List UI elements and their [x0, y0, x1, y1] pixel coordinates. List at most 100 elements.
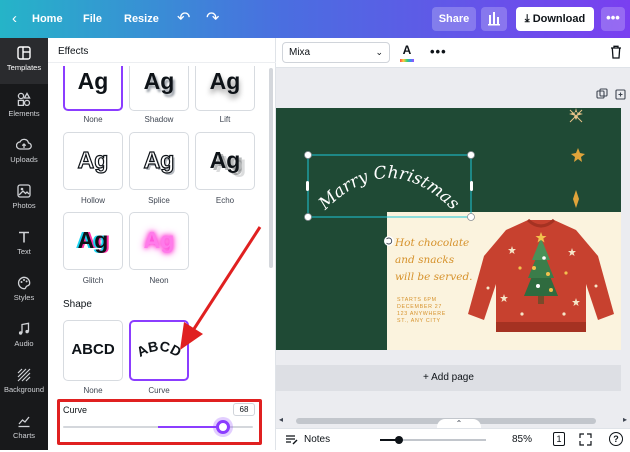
- rotate-handle[interactable]: [384, 236, 394, 246]
- notes-icon[interactable]: [285, 434, 298, 446]
- background-icon: [17, 368, 31, 382]
- effect-sample: Ag: [77, 227, 109, 253]
- fullscreen-icon[interactable]: [579, 433, 592, 446]
- home-button[interactable]: Home: [32, 0, 63, 38]
- sidebar-item-label: Elements: [8, 109, 40, 118]
- resize-handle[interactable]: [467, 151, 475, 159]
- add-page-button[interactable]: + Add page: [276, 365, 621, 391]
- font-name: Mixa: [289, 47, 311, 58]
- effect-sample: Ag: [143, 68, 175, 94]
- chevron-left-icon[interactable]: ‹: [12, 0, 17, 38]
- trash-icon[interactable]: [610, 45, 622, 59]
- more-options-button[interactable]: •••: [601, 7, 625, 31]
- effect-lift-card[interactable]: Ag: [195, 66, 255, 111]
- scroll-right-icon[interactable]: ▸: [623, 415, 627, 424]
- zoom-level[interactable]: 85%: [512, 434, 532, 445]
- elements-icon: [17, 92, 31, 106]
- effect-label: Lift: [219, 115, 231, 124]
- event-detail[interactable]: 123 ANYWHERE: [397, 311, 446, 317]
- invite-line[interactable]: and snacks: [395, 254, 455, 266]
- sidebar-item-background[interactable]: Background: [0, 360, 48, 406]
- resize-handle[interactable]: [304, 213, 312, 221]
- effect-label: Shadow: [144, 115, 174, 124]
- bottom-bar: Notes 85% 1 ?: [276, 428, 630, 450]
- side-handle[interactable]: [470, 181, 473, 191]
- effect-label: Splice: [148, 196, 170, 205]
- curve-label: Curve: [63, 405, 88, 415]
- canvas-artwork: Marry Christmas Hot chocolate and snacks…: [304, 108, 614, 332]
- insights-button[interactable]: [481, 7, 507, 31]
- curve-slider-track[interactable]: [63, 420, 253, 434]
- help-icon[interactable]: ?: [609, 432, 623, 446]
- effect-label: Echo: [215, 196, 235, 205]
- star-decoration: [571, 148, 585, 162]
- editor-toolbar: Mixa ⌄ A •••: [276, 38, 630, 68]
- effect-glitch-card[interactable]: Ag: [63, 212, 123, 270]
- effect-splice-card[interactable]: Ag: [129, 132, 189, 190]
- sidebar-item-uploads[interactable]: Uploads: [0, 130, 48, 176]
- sidebar-item-audio[interactable]: Audio: [0, 314, 48, 360]
- undo-icon[interactable]: ↶: [177, 0, 190, 38]
- diamond-decoration: [573, 190, 579, 208]
- resize-button[interactable]: Resize: [124, 0, 159, 38]
- curve-slider-thumb[interactable]: [216, 420, 230, 434]
- templates-icon: [17, 46, 31, 60]
- effect-label: Hollow: [80, 196, 105, 205]
- more-options-icon[interactable]: •••: [430, 44, 447, 59]
- duplicate-page-icon[interactable]: [596, 88, 608, 100]
- sidebar-item-photos[interactable]: Photos: [0, 176, 48, 222]
- chevron-up-icon: ⌃: [455, 419, 463, 428]
- side-handle[interactable]: [306, 181, 309, 191]
- text-color-button[interactable]: A: [399, 43, 415, 63]
- effect-echo-card[interactable]: Ag: [195, 132, 255, 190]
- zoom-slider-track[interactable]: [380, 436, 486, 444]
- invite-line[interactable]: will be served.: [395, 271, 473, 283]
- star-decoration: [569, 108, 583, 123]
- design-canvas[interactable]: Marry Christmas Hot chocolate and snacks…: [276, 108, 621, 350]
- effect-sample: Ag: [209, 68, 241, 94]
- panel-divider: [48, 62, 276, 63]
- sidebar-item-elements[interactable]: Elements: [0, 84, 48, 130]
- sidebar-rail: Templates Elements Uploads Photos Text S…: [0, 38, 48, 450]
- curve-slider-fill: [158, 426, 223, 428]
- sidebar-item-text[interactable]: Text: [0, 222, 48, 268]
- shape-label: Curve: [148, 386, 170, 395]
- sidebar-item-label: Uploads: [10, 155, 38, 164]
- zoom-slider-thumb[interactable]: [395, 436, 403, 444]
- scroll-left-icon[interactable]: ◂: [279, 415, 283, 424]
- resize-handle[interactable]: [467, 213, 475, 221]
- sidebar-item-charts[interactable]: Charts: [0, 406, 48, 452]
- share-button[interactable]: Share: [432, 7, 476, 31]
- curve-value-input[interactable]: 68: [233, 403, 255, 416]
- headline-text[interactable]: Marry Christmas: [314, 163, 463, 215]
- redo-icon[interactable]: ↷: [206, 0, 219, 38]
- audio-icon: [18, 322, 30, 335]
- shape-none-card[interactable]: ABCD: [63, 320, 123, 381]
- download-button[interactable]: ⤓ Download: [516, 7, 594, 31]
- download-icon: ⤓: [524, 13, 530, 25]
- sweater-illustration[interactable]: [468, 218, 614, 332]
- sidebar-item-styles[interactable]: Styles: [0, 268, 48, 314]
- effect-shadow-card[interactable]: Ag: [129, 66, 189, 111]
- event-detail[interactable]: STARTS 6PM: [397, 297, 437, 303]
- effect-label: None: [83, 115, 103, 124]
- event-detail[interactable]: DECEMBER 27: [397, 304, 442, 310]
- curve-control: Curve 68: [57, 399, 262, 445]
- add-page-icon[interactable]: [615, 88, 627, 100]
- invite-line[interactable]: Hot chocolate: [394, 237, 469, 249]
- file-menu-button[interactable]: File: [83, 0, 102, 38]
- sidebar-item-label: Audio: [14, 339, 34, 348]
- page-count[interactable]: 1: [553, 432, 565, 446]
- event-detail[interactable]: ST., ANY CITY: [397, 318, 441, 324]
- annotation-arrow: [180, 226, 262, 350]
- text-icon: [19, 231, 29, 243]
- notes-button[interactable]: Notes: [304, 434, 330, 445]
- resize-handle[interactable]: [304, 151, 312, 159]
- effect-hollow-card[interactable]: Ag: [63, 132, 123, 190]
- bar-chart-icon: [488, 12, 500, 26]
- effect-sample: Ag: [143, 146, 175, 173]
- font-selector[interactable]: Mixa ⌄: [282, 42, 390, 63]
- sidebar-item-templates[interactable]: Templates: [0, 38, 48, 84]
- effect-none-card[interactable]: Ag: [63, 66, 123, 111]
- sidebar-item-label: Charts: [12, 431, 36, 440]
